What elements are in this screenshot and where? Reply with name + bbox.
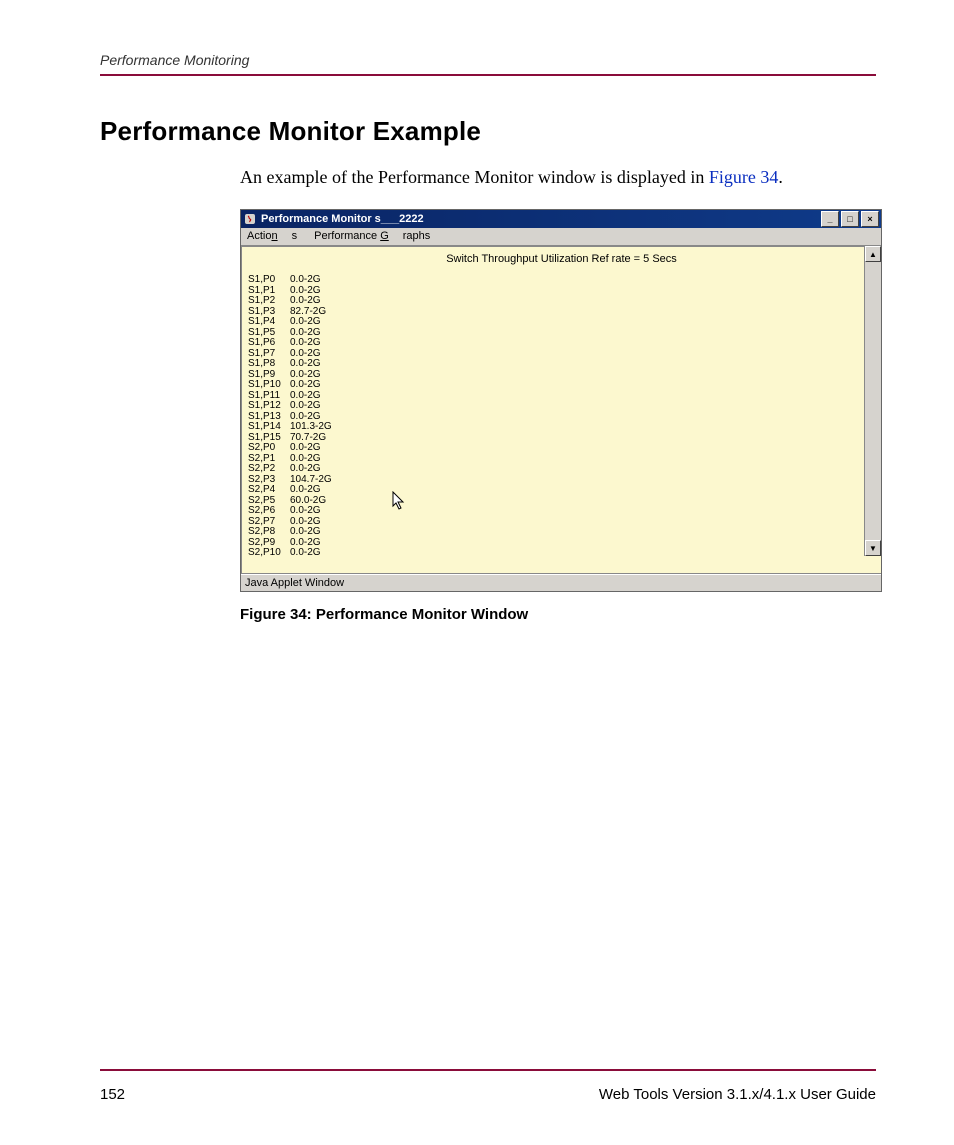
scroll-down-button[interactable]: ▼ <box>865 540 881 556</box>
minimize-button[interactable]: _ <box>821 211 839 227</box>
running-header: Performance Monitoring <box>100 52 876 76</box>
footer-rule <box>100 1069 876 1071</box>
port-table: S1,P00.0-2GS1,P10.0-2GS1,P20.0-2GS1,P382… <box>248 275 344 559</box>
intro-text-a: An example of the Performance Monitor wi… <box>240 167 709 187</box>
intro-paragraph: An example of the Performance Monitor wi… <box>240 165 876 189</box>
document-page: Performance Monitoring Performance Monit… <box>0 0 954 1145</box>
port-label: S2,P10 <box>248 548 290 559</box>
window-titlebar[interactable]: Performance Monitor s___2222 _ □ × <box>241 210 881 228</box>
page-footer: 152 Web Tools Version 3.1.x/4.1.x User G… <box>100 1086 876 1103</box>
page-number: 152 <box>100 1086 125 1103</box>
menu-actions[interactable]: Actions <box>247 230 297 242</box>
scroll-up-button[interactable]: ▲ <box>865 246 881 262</box>
menubar: Actions Performance Graphs <box>241 228 881 246</box>
window-title: Performance Monitor s___2222 <box>261 213 819 225</box>
intro-text-b: . <box>778 167 783 187</box>
close-button[interactable]: × <box>861 211 879 227</box>
menu-graphs[interactable]: Performance Graphs <box>314 230 430 242</box>
figure-caption: Figure 34: Performance Monitor Window <box>240 606 876 623</box>
figure-link[interactable]: Figure 34 <box>709 167 779 187</box>
port-row: S2,P100.0-2G <box>248 548 344 559</box>
statusbar: Java Applet Window <box>241 574 881 591</box>
doc-title-footer: Web Tools Version 3.1.x/4.1.x User Guide <box>599 1086 876 1103</box>
cursor-icon <box>392 491 408 516</box>
section-title: Performance Monitor Example <box>100 116 876 147</box>
performance-monitor-window: Performance Monitor s___2222 _ □ × Actio… <box>240 209 882 592</box>
figure-container: Performance Monitor s___2222 _ □ × Actio… <box>240 209 876 623</box>
window-buttons: _ □ × <box>819 211 879 227</box>
chart-area: Switch Throughput Utilization Ref rate =… <box>241 246 881 574</box>
java-icon <box>243 212 257 226</box>
chart-canvas: Switch Throughput Utilization Ref rate =… <box>241 246 881 574</box>
port-value: 0.0-2G <box>290 548 344 559</box>
vertical-scrollbar[interactable]: ▲ ▼ <box>864 246 881 556</box>
chart-title: Switch Throughput Utilization Ref rate =… <box>242 247 881 267</box>
maximize-button[interactable]: □ <box>841 211 859 227</box>
